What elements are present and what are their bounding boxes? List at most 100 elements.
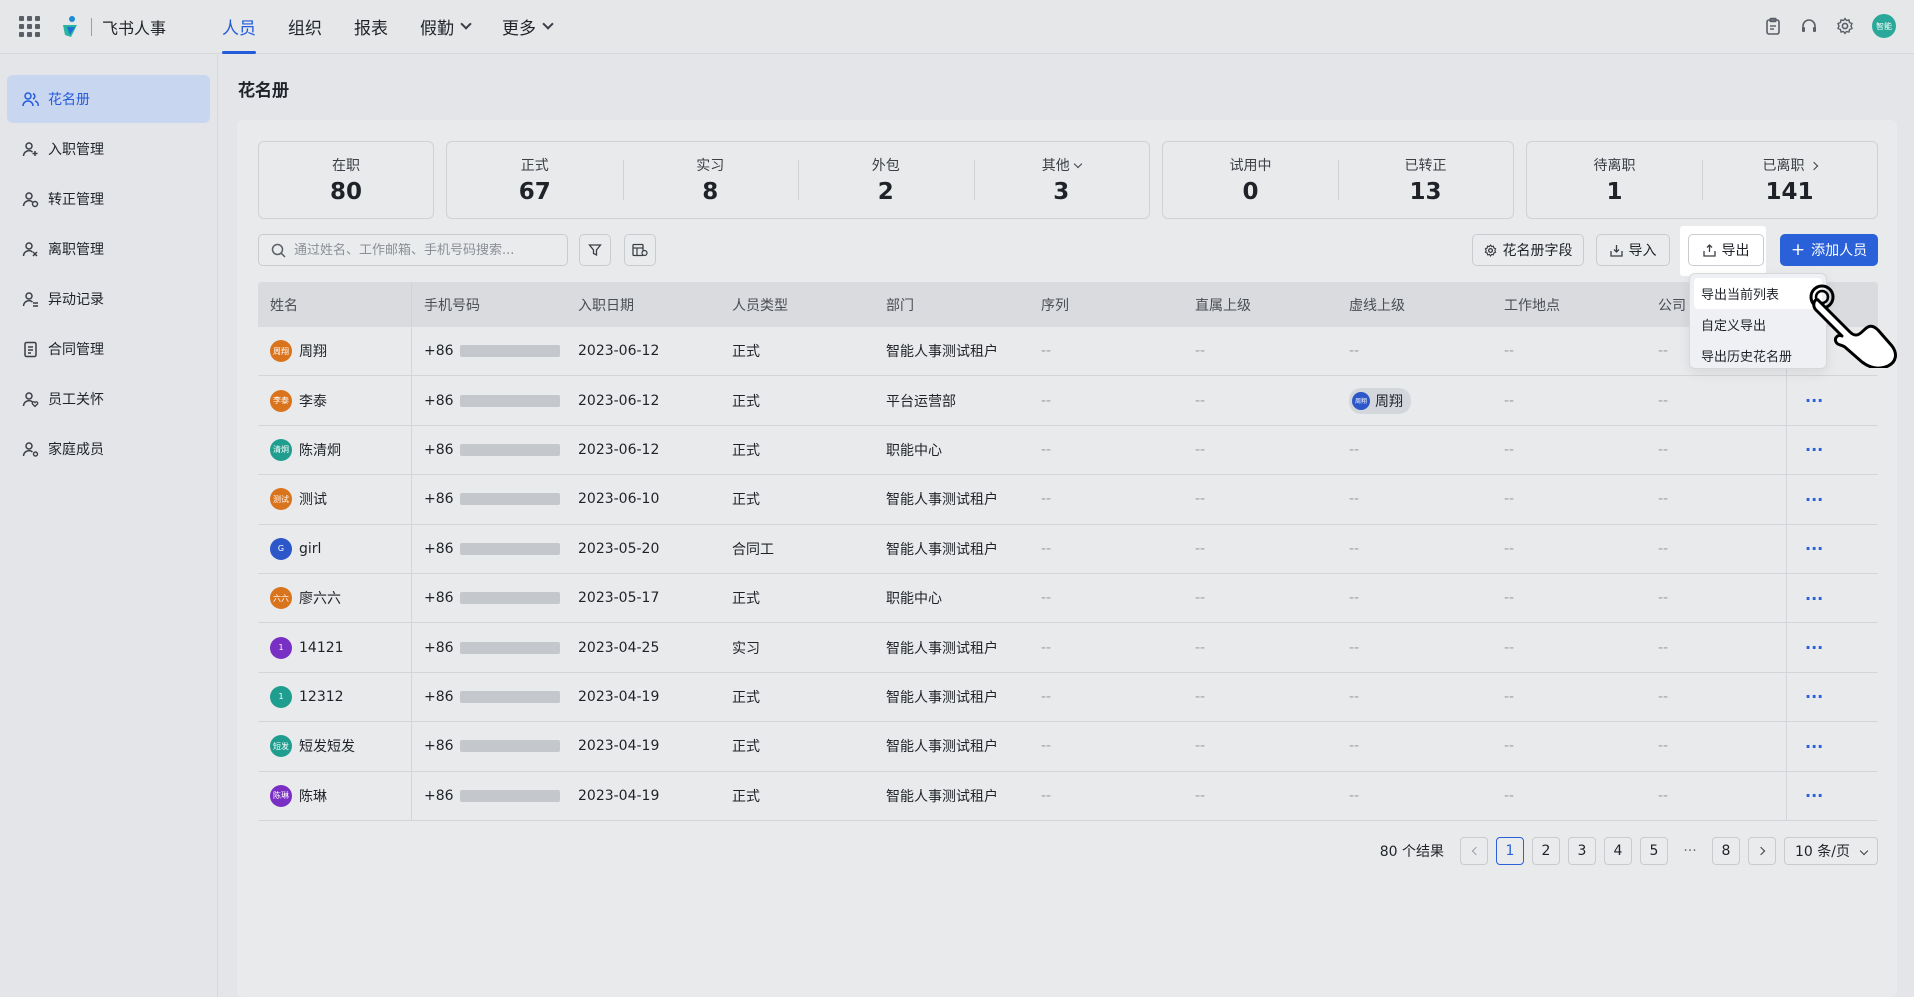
cell-name[interactable]: 1 12312 [258,672,412,722]
sidebar-item-roster[interactable]: 花名册 [7,75,210,123]
cell-type: 实习 [732,640,760,657]
table-row[interactable]: 测试 测试 +86 2023-06-10 正式 智能人事测试租户 -- -- -- -- -- ··· [258,475,1878,525]
table-row[interactable]: 陈琳 陈琳 +86 2023-04-19 正式 智能人事测试租户 -- -- -- -- -- ··· [258,771,1878,821]
more-actions-button[interactable]: ··· [1786,573,1858,623]
page-ellipsis[interactable]: ··· [1676,843,1704,859]
nav-item-attendance[interactable]: 假勤 [404,0,486,54]
cell-name[interactable]: Ggirl [258,524,412,573]
stat-left[interactable]: 已离职 141 [1702,142,1877,218]
clipboard-icon[interactable] [1764,17,1782,35]
import-button[interactable]: 导入 [1596,234,1670,266]
search-box[interactable] [258,234,568,266]
page-button-4[interactable]: 4 [1604,837,1633,865]
table-settings-button[interactable] [624,234,656,266]
page-size-label: 10 条/页 [1795,844,1850,860]
cell-dept: 智能人事测试租户 [886,739,998,756]
roster-fields-button[interactable]: 花名册字段 [1472,234,1584,266]
cell-date: 2023-06-10 [578,491,660,508]
dotted-manager-tag[interactable]: 周翔 周翔 [1349,387,1411,414]
col-header-seq[interactable]: 序列 [1029,295,1183,315]
stat-card-types: 正式 67 实习 8 外包 2 其他 3 [446,141,1150,219]
phone-prefix: +86 [424,738,454,755]
export-button[interactable]: 导出 [1688,234,1764,266]
cell-name[interactable]: 李泰 李泰 [258,376,412,425]
more-actions-button[interactable]: ··· [1786,722,1858,771]
nav-item-reports[interactable]: 报表 [338,0,404,54]
import-icon [1609,244,1623,257]
sidebar-item-transfers[interactable]: 异动记录 [7,275,210,323]
cell-name[interactable]: 1 14121 [258,623,412,672]
gear-icon[interactable] [1836,17,1854,35]
col-header-type[interactable]: 人员类型 [720,295,874,315]
cell-seq: -- [1041,392,1052,409]
table-row[interactable]: 清炯 陈清炯 +86 2023-06-12 正式 职能中心 -- -- -- -- -- ··· [258,425,1878,476]
col-header-dotted-manager[interactable]: 虚线上级 [1337,295,1492,315]
cell-name[interactable]: 周翔 周翔 [258,327,412,376]
page-button-1[interactable]: 1 [1496,837,1525,865]
app-grid-icon[interactable] [19,15,41,38]
cell-location: -- [1504,787,1515,804]
sidebar-item-care[interactable]: 员工关怀 [7,375,210,423]
sidebar-item-offboarding[interactable]: 离职管理 [7,225,210,273]
table-row[interactable]: 周翔周翔+862023-06-12正式智能人事测试租户----------··· [258,327,1878,377]
cell-name[interactable]: 清炯 陈清炯 [258,425,412,475]
person-name: 14121 [299,639,344,656]
add-person-button[interactable]: + 添加人员 [1780,234,1878,266]
more-actions-button[interactable]: ··· [1786,524,1858,573]
col-header-date[interactable]: 入职日期 [566,295,720,315]
stat-value: 67 [518,179,551,205]
table-row[interactable]: 1 12312 +86 2023-04-19 正式 智能人事测试租户 -- -- -- -- -- ·… [258,672,1878,723]
stat-intern[interactable]: 实习 8 [622,142,799,218]
nav-item-more[interactable]: 更多 [486,0,568,54]
user-avatar[interactable]: 智能 [1872,14,1896,38]
sidebar-item-regularization[interactable]: 转正管理 [7,175,210,223]
cell-dept: 智能人事测试租户 [886,492,998,509]
table-row[interactable]: 1 14121 +86 2023-04-25 实习 智能人事测试租户 -- -- -- -- -- ·… [258,623,1878,673]
table-row[interactable]: 短发 短发短发 +86 2023-04-19 正式 智能人事测试租户 -- -- -- -- -- ·… [258,722,1878,772]
filter-button[interactable] [579,234,611,266]
next-page-button[interactable] [1748,837,1777,865]
col-header-phone[interactable]: 手机号码 [412,295,566,315]
cell-dept: 智能人事测试租户 [886,344,998,361]
page-button-3[interactable]: 3 [1568,837,1597,865]
table-row[interactable]: 李泰 李泰 +86 2023-06-12 正式 平台运营部 -- -- 周翔 周翔 -- -- ··· [258,376,1878,426]
sidebar-item-family[interactable]: 家庭成员 [7,425,210,473]
nav-item-org[interactable]: 组织 [272,0,338,54]
headset-icon[interactable] [1800,17,1818,35]
stat-converted[interactable]: 已转正 13 [1338,142,1513,218]
nav-item-people[interactable]: 人员 [206,0,272,54]
sidebar-item-contracts[interactable]: 合同管理 [7,325,210,373]
table-row[interactable]: Ggirl +86 2023-05-20 合同工 智能人事测试租户 -- -- -- -- -- ·… [258,524,1878,574]
more-actions-button[interactable]: ··· [1786,475,1858,524]
stat-other[interactable]: 其他 3 [973,142,1150,218]
stat-outsource[interactable]: 外包 2 [798,142,974,218]
cell-dept: 职能中心 [886,591,942,608]
more-actions-button[interactable]: ··· [1786,425,1858,475]
page-button-2[interactable]: 2 [1532,837,1561,865]
cell-dept: 智能人事测试租户 [886,640,998,657]
cell-name[interactable]: 短发 短发短发 [258,722,412,771]
stat-value: 80 [329,179,362,205]
page-button-last[interactable]: 8 [1712,837,1741,865]
page-size-select[interactable]: 10 条/页 [1784,837,1878,865]
stat-pending-leave[interactable]: 待离职 1 [1527,142,1702,218]
search-input[interactable] [294,242,554,258]
col-header-location[interactable]: 工作地点 [1492,295,1646,315]
more-actions-button[interactable]: ··· [1786,771,1858,820]
stat-active[interactable]: 在职 80 [259,142,433,218]
cell-name[interactable]: 陈琳 陈琳 [258,771,412,820]
cell-name[interactable]: 测试 测试 [258,475,412,524]
table-row[interactable]: 六六 廖六六 +86 2023-05-17 正式 职能中心 -- -- -- -- -- ··· [258,573,1878,624]
more-actions-button[interactable]: ··· [1786,623,1858,672]
col-header-name[interactable]: 姓名 [258,282,412,327]
col-header-manager[interactable]: 直属上级 [1183,295,1337,315]
more-actions-button[interactable]: ··· [1786,672,1858,722]
sidebar-item-onboarding[interactable]: 入职管理 [7,125,210,173]
prev-page-button[interactable] [1460,837,1489,865]
page-button-5[interactable]: 5 [1640,837,1669,865]
more-actions-button[interactable]: ··· [1786,376,1858,425]
cell-name[interactable]: 六六 廖六六 [258,573,412,623]
stat-formal[interactable]: 正式 67 [447,142,623,218]
stat-probation[interactable]: 试用中 0 [1163,142,1338,218]
col-header-dept[interactable]: 部门 [874,295,1029,315]
